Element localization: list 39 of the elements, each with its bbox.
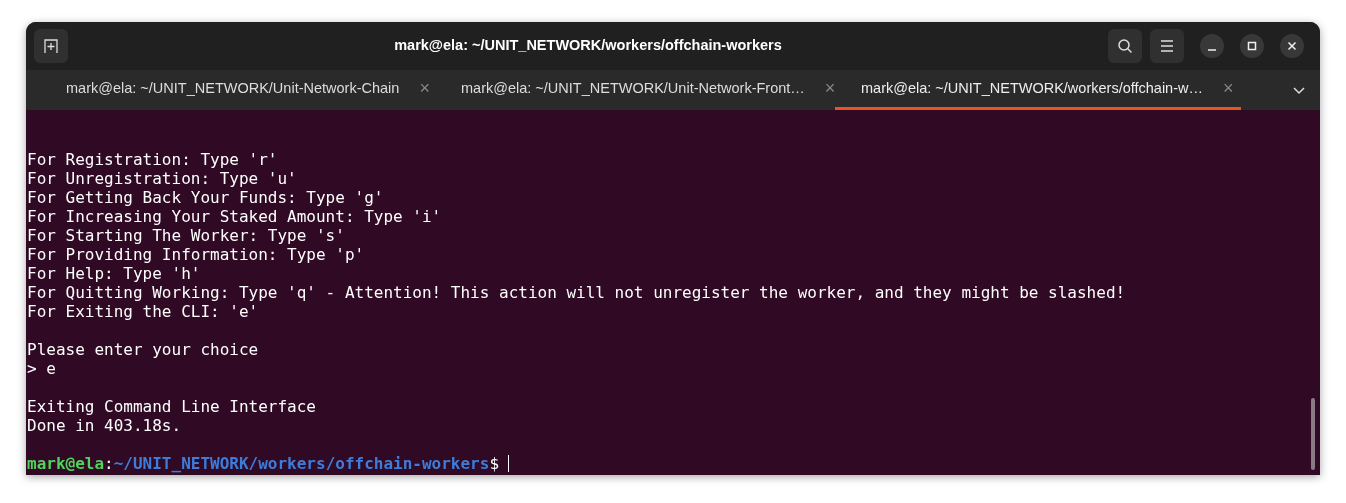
output-line: > e: [27, 359, 57, 378]
output-line: For Starting The Worker: Type 's': [27, 226, 346, 245]
output-line: Done in 403.18s.: [27, 416, 183, 435]
tab-close-button[interactable]: ×: [413, 75, 436, 102]
tab-label: mark@ela: ~/UNIT_NETWORK/workers/offchain-w…: [861, 78, 1203, 98]
prompt-user: mark@ela: [27, 454, 105, 473]
scrollbar[interactable]: [1311, 398, 1315, 470]
prompt-separator: :: [104, 454, 114, 473]
output-line: Please enter your choice: [27, 340, 260, 359]
output-line: For Help: Type 'h': [27, 264, 202, 283]
output-line: For Getting Back Your Funds: Type 'g': [27, 188, 385, 207]
window-title: mark@ela: ~/UNIT_NETWORK/workers/offchain-workers: [393, 36, 783, 56]
minimize-button[interactable]: [1200, 34, 1224, 58]
close-button[interactable]: [1280, 34, 1304, 58]
output-line: For Registration: Type 'r': [27, 150, 279, 169]
new-tab-button[interactable]: [34, 29, 68, 63]
menu-button[interactable]: [1150, 29, 1184, 63]
maximize-button[interactable]: [1240, 34, 1264, 58]
search-button[interactable]: [1108, 29, 1142, 63]
output-line: Exiting Command Line Interface: [27, 397, 317, 416]
menu-icon: [1160, 40, 1174, 52]
prompt-path: ~/UNIT_NETWORK/workers/offchain-workers: [113, 454, 490, 473]
tab[interactable]: mark@ela: ~/UNIT_NETWORK/workers/offchain-w… ×: [835, 70, 1241, 110]
tab-label: mark@ela: ~/UNIT_NETWORK/Unit-Network-Front…: [461, 78, 805, 98]
maximize-icon: [1247, 41, 1257, 51]
new-tab-icon: [43, 38, 59, 54]
output-line: For Exiting the CLI: 'e': [27, 302, 260, 321]
output-line: For Quitting Working: Type 'q' - Attention! This action will not unregister the worker, and they might be slashed!: [27, 283, 1127, 302]
prompt-symbol: $: [489, 454, 500, 473]
tab[interactable]: mark@ela: ~/UNIT_NETWORK/Unit-Network-Chain ×: [40, 70, 435, 110]
output-line: For Increasing Your Staked Amount: Type 'i': [27, 207, 443, 226]
minimize-icon: [1208, 49, 1216, 51]
output-line: For Unregistration: Type 'u': [27, 169, 298, 188]
text-cursor: [508, 455, 510, 472]
tab-label: mark@ela: ~/UNIT_NETWORK/Unit-Network-Chain: [66, 78, 400, 98]
close-icon: [1287, 41, 1297, 51]
tab-close-button[interactable]: ×: [1217, 75, 1240, 102]
search-icon: [1117, 38, 1133, 54]
output-line: For Providing Information: Type 'p': [27, 245, 366, 264]
